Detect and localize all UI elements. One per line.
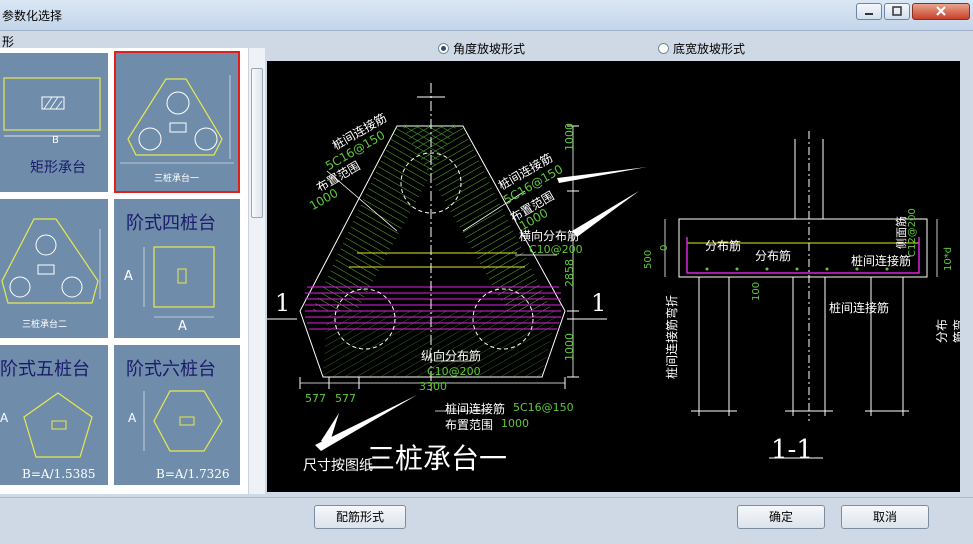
thumb-label-a: A (128, 411, 137, 425)
template-three-pile-cap-2[interactable]: 三桩承台二 (0, 199, 108, 338)
radio-label: 角度放坡形式 (453, 42, 526, 56)
maximize-button[interactable] (884, 3, 910, 20)
slope-option-bar: 角度放坡形式 底宽放坡形式 (266, 36, 973, 58)
template-stepped-four-pile[interactable]: 阶式四桩台 A A (114, 199, 240, 338)
sec-pile-bar-label-2: 桩间连接筋 (829, 301, 890, 315)
scrollbar-thumb[interactable] (251, 68, 263, 218)
section-mark-left: 1 (275, 289, 291, 317)
sec-dim-500: 500 (643, 249, 654, 269)
range-label-bottom: 布置范围 (445, 418, 494, 432)
thumb-formula: B=A/1.5385 (22, 467, 96, 481)
drawing-title: 三桩承台一 (367, 442, 508, 475)
sec-dim-100: 100 (751, 281, 762, 301)
sec-pile-bar-label: 桩间连接筋 (851, 254, 912, 268)
radio-label: 底宽放坡形式 (673, 42, 746, 56)
title-bar: 参数化选择 (0, 0, 973, 31)
template-stepped-five-pile[interactable]: 阶式五桩台 A B=A/1.5385 (0, 345, 108, 485)
template-stepped-six-pile[interactable]: 阶式六桩台 A B=A/1.7326 (114, 345, 240, 485)
rebar-form-button[interactable]: 配筋形式 (314, 505, 406, 529)
template-rect-cap[interactable]: B 矩形承台 (0, 53, 108, 192)
sec-dist-bend-label: 分布筋弯折 (935, 318, 960, 343)
sec-dim-0: 0 (659, 244, 670, 251)
sec-dist-label-2: 分布筋 (755, 249, 792, 263)
thumb-caption: 阶式六桩台 (126, 359, 216, 380)
dim-577-a: 577 (305, 392, 326, 405)
minimize-icon (865, 13, 873, 15)
radio-angle-slope[interactable]: 角度放坡形式 (438, 40, 525, 57)
sec-dim-10d: 10*d (943, 246, 954, 271)
thumb-formula: B=A/1.7326 (156, 467, 230, 481)
dim-577-b: 577 (335, 392, 356, 405)
maximize-icon (892, 6, 902, 16)
v-dist-label: 纵向分布筋 (421, 349, 482, 363)
h-dist-label: 横向分布筋 (519, 229, 580, 243)
thumb-label-a2: A (178, 319, 187, 334)
dim-2858: 2858 (563, 259, 576, 287)
v-dist-spec: C10@200 (427, 365, 481, 378)
radio-selected-icon (438, 43, 449, 54)
sec-side-bar-spec: C12@200 (907, 208, 918, 257)
minimize-button[interactable] (856, 3, 882, 20)
thumb-label-a: A (0, 411, 9, 425)
ok-button[interactable]: 确定 (737, 505, 825, 529)
thumb-caption: 阶式五桩台 (0, 359, 90, 380)
template-list-scrollbar[interactable] (248, 48, 265, 494)
close-button[interactable] (912, 3, 970, 20)
sec-pile-bend-label: 桩间连接筋弯折 (665, 294, 679, 379)
pile-bar-label-bottom: 桩间连接筋 (445, 402, 506, 416)
close-icon (936, 6, 946, 16)
thumb-label-b: B (52, 135, 59, 146)
size-note: 尺寸按图纸 (303, 458, 373, 474)
dim-1000-bottom: 1000 (563, 333, 576, 361)
thumb-caption: 阶式四桩台 (126, 213, 216, 234)
cad-preview: 桩间连接筋 5C16@150 布置范围 1000 桩间连接筋 5C16@150 … (267, 61, 960, 492)
dim-total: 3300 (419, 380, 447, 393)
cancel-button[interactable]: 取消 (841, 505, 929, 529)
template-list[interactable]: B 矩形承台 三桩承台一 三桩承台二 阶式四桩台 A A 阶式五桩台 A B=A… (0, 48, 248, 494)
sec-dist-label-1: 分布筋 (705, 239, 742, 253)
section-label: 1-1 (771, 435, 813, 465)
thumb-caption: 三桩承台一 (154, 174, 200, 184)
thumb-caption: 矩形承台 (30, 160, 86, 176)
template-three-pile-cap-1[interactable]: 三桩承台一 (114, 51, 240, 193)
radio-unselected-icon (658, 43, 669, 54)
radio-bottom-slope[interactable]: 底宽放坡形式 (658, 40, 745, 57)
thumb-label-a: A (124, 269, 133, 284)
section-mark-right: 1 (591, 289, 607, 317)
dim-1000-top: 1000 (563, 123, 576, 151)
h-dist-spec: C10@200 (529, 243, 583, 256)
thumb-caption: 三桩承台二 (22, 320, 68, 330)
pile-bar-spec-bottom: 5C16@150 (513, 401, 574, 414)
range-value-bottom: 1000 (501, 417, 529, 430)
window-title: 参数化选择 (2, 9, 63, 23)
footer-divider (0, 497, 973, 498)
